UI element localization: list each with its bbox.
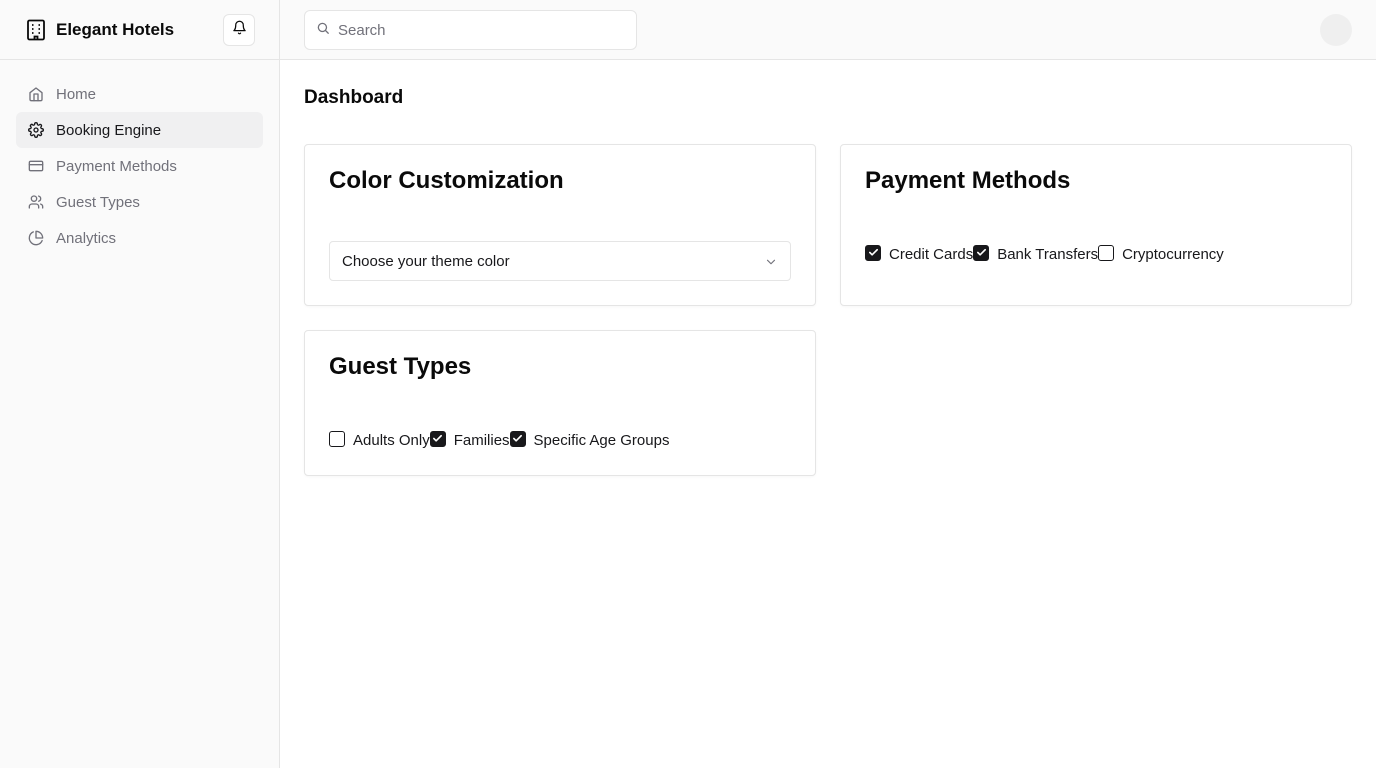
checkbox-label: Specific Age Groups [533,432,670,449]
sidebar-header: Elegant Hotels [0,0,279,60]
checkbox-label: Bank Transfers [997,246,1099,263]
search-input[interactable] [338,21,618,39]
brand-name: Elegant Hotels [56,19,175,39]
sidebar-item-label: Analytics [56,229,117,247]
chevron-down-icon [764,255,778,273]
card-title: Payment Methods [865,167,1071,194]
checkbox-label: Families [453,432,510,449]
sidebar-item-home[interactable]: Home [16,76,263,112]
checkbox-label: Adults Only [353,432,430,449]
home-icon [28,86,44,102]
sidebar-nav: Home Booking Engine Payment Methods Gues… [0,60,279,272]
sidebar-item-label: Payment Methods [56,157,177,175]
sidebar: Elegant Hotels Home Booking Engine Payme… [0,0,280,768]
credit-cards-checkbox[interactable] [865,244,881,261]
gear-icon [28,122,44,138]
specific-age-groups-checkbox[interactable] [509,430,526,447]
bank-transfers-checkbox[interactable] [973,244,990,261]
card-title: Guest Types [329,353,472,380]
bell-icon [232,20,247,40]
payment-options: Credit Cards Bank Transfers Cryptocurren… [865,244,1224,263]
sidebar-item-label: Booking Engine [56,121,162,139]
sidebar-item-analytics[interactable]: Analytics [16,220,263,256]
credit-card-icon [28,158,44,174]
theme-color-select[interactable]: Choose your theme color [329,241,791,281]
sidebar-item-label: Guest Types [56,193,140,211]
pie-chart-icon [28,230,44,246]
card-title: Color Customization [329,167,564,194]
payment-methods-card: Payment Methods Credit Cards Bank Transf… [840,144,1352,306]
top-bar [280,0,1376,60]
building-icon [26,19,46,41]
checkbox-label: Cryptocurrency [1122,246,1224,263]
page-title: Dashboard [304,87,404,108]
color-customization-card: Color Customization Choose your theme co… [304,144,816,306]
notifications-button[interactable] [223,14,255,46]
checkbox-label: Credit Cards [889,246,974,263]
guest-types-card: Guest Types Adults Only Families Specifi… [304,330,816,476]
search-icon [316,21,330,40]
cryptocurrency-checkbox[interactable] [1098,244,1115,261]
avatar[interactable] [1320,14,1352,46]
sidebar-item-label: Home [56,85,97,103]
select-value: Choose your theme color [342,252,510,270]
sidebar-item-guest-types[interactable]: Guest Types [16,184,263,220]
search-box[interactable] [304,10,637,50]
users-icon [28,194,44,210]
sidebar-item-booking-engine[interactable]: Booking Engine [16,112,263,148]
families-checkbox[interactable] [429,430,446,447]
sidebar-item-payment-methods[interactable]: Payment Methods [16,148,263,184]
guest-options: Adults Only Families Specific Age Groups [329,430,670,449]
adults-only-checkbox[interactable] [329,430,345,447]
